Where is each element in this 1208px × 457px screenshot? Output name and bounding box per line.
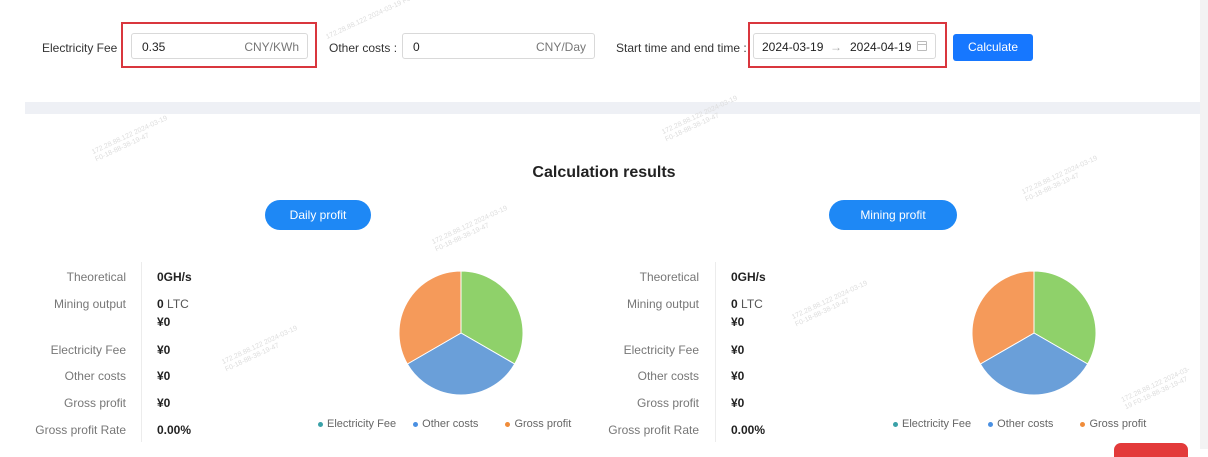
electricity-fee-stat-value: ¥0	[731, 343, 745, 357]
mining-profit-button[interactable]: Mining profit	[829, 200, 957, 230]
highlight-box-date	[748, 22, 947, 68]
legend-dot	[988, 421, 994, 427]
legend-item-other-costs[interactable]: Other costs	[988, 418, 1053, 430]
legend-dot	[318, 421, 323, 427]
legend-item-gross-profit[interactable]: Gross profit	[1080, 418, 1146, 430]
watermark: 172.28.88.122 2024-03-19 F0-18-88-38-19-…	[1120, 366, 1192, 412]
mining-output-cny: ¥0	[731, 315, 745, 329]
legend-item-other-costs[interactable]: Other costs	[413, 418, 478, 430]
gross-profit-rate-value: 0.00%	[157, 423, 192, 437]
watermark: 172.28.88.122 2024-03-19 F0-18-88-38-19-…	[220, 324, 299, 374]
watermark: 172.28.88.122 2024-03-19 F0-18-88-38-19-…	[790, 279, 869, 329]
gross-profit-rate-label: Gross profit Rate	[608, 423, 699, 437]
highlight-box-electricity	[121, 22, 317, 68]
mining-output-label: Mining output	[53, 297, 126, 311]
other-costs-label: Other costs :	[329, 41, 398, 55]
legend-dot	[413, 421, 419, 427]
section-divider	[25, 102, 1200, 114]
daily-pie-legend: Electricity Fee Other costs Gross profit	[318, 418, 585, 430]
daily-profit-pie-chart	[398, 270, 524, 396]
legend-dot	[893, 421, 898, 427]
gross-profit-rate-value: 0.00%	[731, 423, 766, 437]
theoretical-label: Theoretical	[66, 270, 126, 284]
calculator-form: Electricity Fee 0.35 CNY/KWh Other costs…	[0, 0, 1200, 100]
daily-profit-button[interactable]: Daily profit	[265, 200, 371, 230]
gross-profit-label: Gross profit	[636, 396, 699, 410]
electricity-fee-stat-label: Electricity Fee	[50, 343, 126, 357]
electricity-fee-stat-label: Electricity Fee	[623, 343, 699, 357]
stats-separator	[141, 262, 142, 442]
electricity-fee-label: Electricity Fee	[42, 41, 118, 55]
mining-output-value: 0 LTC	[731, 297, 763, 311]
other-costs-stat-label: Other costs	[637, 369, 699, 383]
theoretical-label: Theoretical	[639, 270, 699, 284]
results-title: Calculation results	[532, 164, 676, 181]
calculate-button[interactable]: Calculate	[953, 34, 1033, 61]
scrollbar-track[interactable]	[1200, 0, 1208, 449]
stats-separator	[715, 262, 716, 442]
theoretical-value: 0GH/s	[157, 270, 192, 284]
other-costs-input[interactable]: 0 CNY/Day	[402, 33, 595, 59]
mining-output-value: 0 LTC	[157, 297, 189, 311]
other-costs-stat-label: Other costs	[64, 369, 126, 383]
other-costs-stat-value: ¥0	[157, 369, 171, 383]
mining-output-cny: ¥0	[157, 315, 171, 329]
electricity-fee-stat-value: ¥0	[157, 343, 171, 357]
gross-profit-value: ¥0	[731, 396, 745, 410]
watermark: 172.28.88.122 2024-03-19 F0-18-88-38-19-…	[90, 114, 169, 164]
watermark: 172.28.88.122 2024-03-19 F0-18-88-38-19-…	[430, 204, 509, 254]
mining-output-label: Mining output	[626, 297, 699, 311]
other-costs-stat-value: ¥0	[731, 369, 745, 383]
other-costs-unit: CNY/Day	[535, 40, 586, 54]
gross-profit-rate-label: Gross profit Rate	[35, 423, 126, 437]
mining-pie-legend: Electricity Fee Other costs Gross profit	[893, 418, 1146, 430]
gross-profit-label: Gross profit	[63, 396, 126, 410]
legend-dot	[1080, 421, 1086, 427]
theoretical-value: 0GH/s	[731, 270, 766, 284]
legend-item-electricity[interactable]: Electricity Fee	[893, 418, 971, 430]
legend-item-gross-profit[interactable]: Gross profit	[505, 418, 571, 430]
legend-dot	[505, 421, 511, 427]
time-range-label: Start time and end time :	[616, 41, 747, 55]
gross-profit-value: ¥0	[157, 396, 171, 410]
other-costs-value: 0	[413, 40, 420, 54]
legend-item-electricity[interactable]: Electricity Fee	[318, 418, 396, 430]
mining-profit-pie-chart	[971, 270, 1097, 396]
floating-action-button[interactable]	[1114, 443, 1188, 457]
